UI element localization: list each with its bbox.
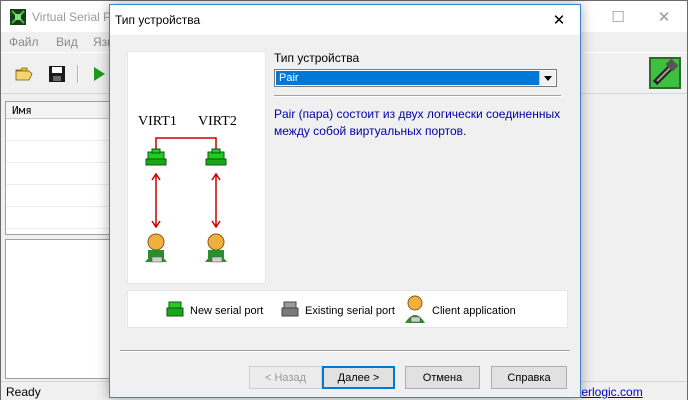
- maximize-icon[interactable]: ☐: [595, 1, 641, 32]
- list-row[interactable]: [6, 185, 124, 207]
- status-text: Ready: [6, 385, 41, 399]
- list-row[interactable]: [6, 141, 124, 163]
- device-type-label: Тип устройства: [274, 51, 360, 65]
- toolbar-separator: [77, 65, 79, 83]
- device-type-select[interactable]: Pair: [274, 69, 557, 87]
- save-icon[interactable]: [48, 65, 66, 83]
- cancel-button[interactable]: Отмена: [405, 366, 480, 389]
- legend-new-port: New serial port: [190, 305, 264, 317]
- port-device-icon: [649, 57, 681, 89]
- menu-view[interactable]: Вид: [56, 35, 78, 49]
- list-header-name[interactable]: Имя: [6, 102, 124, 119]
- run-icon[interactable]: [90, 65, 108, 83]
- dialog-titlebar: Тип устройства ✕: [110, 5, 580, 35]
- bidirectional-arrow: [151, 172, 161, 229]
- legend-existing-port: Existing serial port: [305, 305, 395, 317]
- legend-client-app: Client application: [432, 305, 516, 317]
- client-app-icon: [145, 233, 167, 263]
- device-type-selected-value[interactable]: Pair: [276, 71, 539, 85]
- client-app-icon: [205, 233, 227, 263]
- device-list[interactable]: Имя: [5, 101, 125, 235]
- dialog-title: Тип устройства: [115, 13, 201, 27]
- close-icon[interactable]: ✕: [641, 1, 687, 32]
- website-link[interactable]: terlogic.com: [578, 385, 643, 399]
- list-row[interactable]: [6, 163, 124, 185]
- open-folder-icon[interactable]: [15, 65, 33, 83]
- bidirectional-arrow: [211, 172, 221, 229]
- divider: [274, 95, 561, 97]
- new-port-icon: [205, 148, 227, 166]
- new-port-icon: [145, 148, 167, 166]
- back-button[interactable]: < Назад: [249, 366, 322, 389]
- device-type-description: Pair (пара) состоит из двух логически со…: [274, 107, 561, 138]
- divider: [120, 350, 570, 352]
- close-icon[interactable]: ✕: [538, 5, 580, 35]
- existing-port-icon: [281, 301, 299, 317]
- device-type-dialog: Тип устройства ✕ VIRT1 VIRT2 Тип устройс…: [109, 4, 581, 398]
- app-icon: [10, 9, 26, 25]
- client-app-icon: [405, 295, 425, 323]
- chevron-down-icon[interactable]: [539, 71, 555, 85]
- port-pair-diagram: [145, 137, 227, 263]
- log-panel[interactable]: [5, 239, 125, 379]
- legend-panel: New serial port Existing serial port Cli…: [127, 290, 568, 328]
- menu-file[interactable]: Файл: [9, 35, 39, 49]
- diagram-panel: VIRT1 VIRT2: [127, 51, 266, 284]
- next-button[interactable]: Далее >: [322, 366, 395, 389]
- pair-link-line: [155, 137, 217, 152]
- help-button[interactable]: Справка: [491, 366, 567, 389]
- new-port-icon: [166, 301, 184, 317]
- list-row[interactable]: [6, 207, 124, 229]
- main-window-title: Virtual Serial Po: [32, 10, 118, 24]
- list-row[interactable]: [6, 119, 124, 141]
